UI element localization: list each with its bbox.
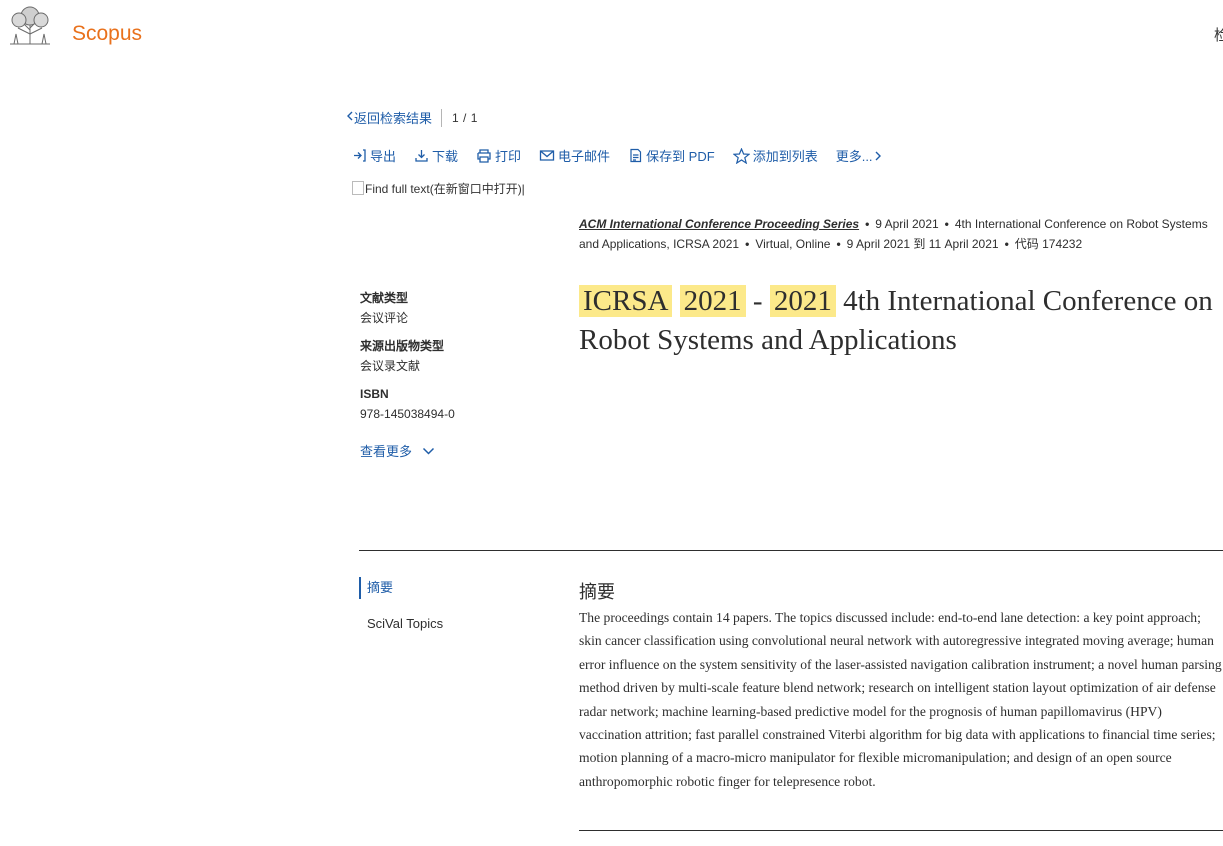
scopus-brand-link[interactable]: Scopus bbox=[72, 22, 142, 46]
source-series-link[interactable]: ACM International Conference Proceeding … bbox=[579, 217, 859, 231]
see-more-button[interactable]: 查看更多 bbox=[360, 441, 435, 460]
source-type-value: 会议录文献 bbox=[360, 359, 421, 373]
chevron-down-icon bbox=[422, 447, 435, 455]
download-label: 下载 bbox=[432, 149, 459, 164]
chevron-right-icon bbox=[875, 151, 881, 160]
star-icon bbox=[732, 147, 750, 164]
print-icon bbox=[477, 149, 491, 163]
sidenav-scival-topics[interactable]: SciVal Topics bbox=[367, 616, 443, 631]
divider bbox=[441, 108, 443, 127]
doc-type-value: 会议评论 bbox=[360, 311, 409, 325]
email-icon bbox=[539, 150, 555, 161]
abstract-bottom-rule bbox=[579, 830, 1223, 831]
see-more-label: 查看更多 bbox=[360, 444, 413, 459]
isbn-label: ISBN bbox=[360, 387, 389, 401]
elsevier-logo[interactable] bbox=[4, 4, 56, 48]
abstract-text: The proceedings contain 14 papers. The t… bbox=[579, 610, 1222, 789]
back-to-results-link[interactable]: 返回检索结果 bbox=[354, 108, 432, 127]
source-date: 9 April 2021 bbox=[875, 217, 939, 231]
chevron-left-icon bbox=[346, 110, 354, 125]
source-type-label: 来源出版物类型 bbox=[360, 339, 445, 353]
title-highlight: 2021 bbox=[769, 285, 836, 317]
back-row: 返回检索结果 1 / 1 bbox=[346, 108, 478, 127]
find-full-text-link[interactable]: Find full text(在新窗口中打开)| bbox=[352, 180, 525, 197]
add-to-list-label: 添加到列表 bbox=[752, 149, 818, 164]
export-label: 导出 bbox=[370, 149, 397, 164]
email-button[interactable]: 电子邮件 bbox=[539, 146, 610, 165]
title-highlight: ICRSA bbox=[579, 285, 673, 317]
source-info: ACM International Conference Proceeding … bbox=[579, 217, 1208, 251]
conference-dates: 9 April 2021 到 11 April 2021 bbox=[846, 237, 999, 251]
export-button[interactable]: 导出 bbox=[352, 146, 396, 165]
sidenav-abstract[interactable]: 摘要 bbox=[359, 577, 393, 599]
conference-location: Virtual, Online bbox=[755, 237, 831, 251]
print-label: 打印 bbox=[495, 149, 522, 164]
save-pdf-button[interactable]: 保存到 PDF bbox=[628, 146, 715, 165]
title-highlight: 2021 bbox=[679, 285, 746, 317]
more-button[interactable]: 更多... bbox=[836, 146, 885, 165]
download-icon bbox=[415, 150, 428, 162]
save-pdf-icon bbox=[630, 148, 642, 163]
find-full-text-alt: Find full text(在新窗口中打开)| bbox=[365, 182, 525, 196]
add-to-list-button[interactable]: 添加到列表 bbox=[732, 146, 818, 165]
section-divider bbox=[359, 550, 1223, 551]
abstract-heading: 摘要 bbox=[579, 582, 615, 602]
page-title: ICRSA 2021 - 2021 4th International Conf… bbox=[579, 282, 1223, 360]
conference-code: 代码 174232 bbox=[1014, 237, 1083, 251]
broken-image-icon bbox=[352, 181, 364, 195]
pagination-indicator: 1 / 1 bbox=[452, 110, 478, 125]
doc-type-label: 文献类型 bbox=[360, 291, 409, 305]
header-search-link[interactable]: 检 bbox=[1214, 24, 1223, 45]
title-rest: 4th International Conference on Robot Sy… bbox=[579, 285, 1213, 356]
export-icon bbox=[354, 149, 366, 162]
more-label: 更多... bbox=[835, 149, 873, 164]
title-dash: - bbox=[752, 285, 763, 317]
save-pdf-label: 保存到 PDF bbox=[646, 149, 715, 164]
download-button[interactable]: 下载 bbox=[414, 146, 458, 165]
document-toolbar: 导出 下载 打印 电子邮件 保存到 PDF 添加到列表 更多... bbox=[352, 146, 903, 165]
isbn-value: 978-145038494-0 bbox=[360, 407, 455, 421]
print-button[interactable]: 打印 bbox=[476, 146, 521, 165]
email-label: 电子邮件 bbox=[558, 149, 611, 164]
document-details: 文献类型 会议评论 来源出版物类型 会议录文献 ISBN 978-1450384… bbox=[360, 290, 540, 434]
